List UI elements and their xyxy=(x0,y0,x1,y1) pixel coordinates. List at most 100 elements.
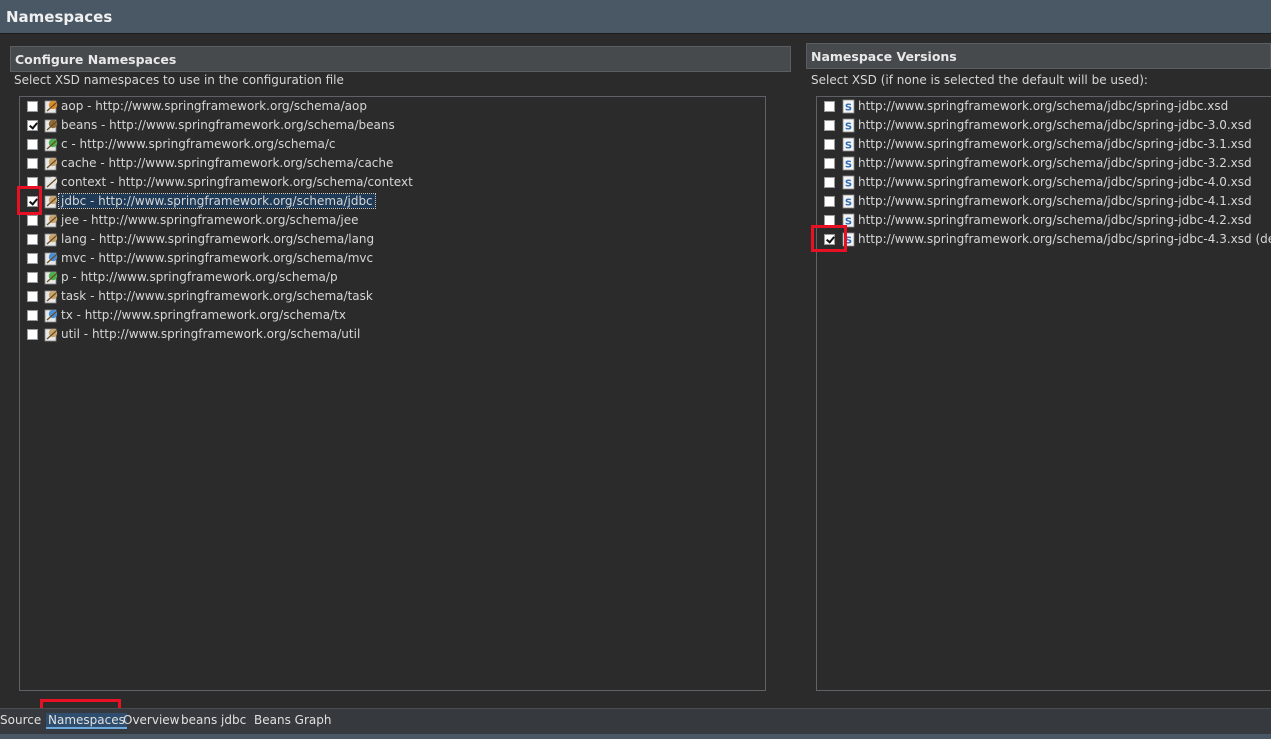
xsd-checkbox[interactable] xyxy=(824,120,835,131)
namespace-label: cache - http://www.springframework.org/s… xyxy=(61,156,394,170)
editor-tab-bar: Source Namespaces Overview beans jdbc Beans G… xyxy=(0,708,1271,734)
xsd-label: http://www.springframework.org/schema/jd… xyxy=(858,137,1252,151)
namespace-row[interactable]: context - http://www.springframework.org… xyxy=(20,173,765,192)
xsd-row[interactable]: Shttp://www.springframework.org/schema/j… xyxy=(817,97,1271,116)
xsd-checkbox[interactable] xyxy=(824,196,835,207)
xsd-label: http://www.springframework.org/schema/jd… xyxy=(858,232,1271,246)
namespace-label: util - http://www.springframework.org/sc… xyxy=(61,327,361,341)
namespace-versions-header: Namespace Versions xyxy=(806,43,1271,69)
xsd-checkbox[interactable] xyxy=(824,139,835,150)
tx-icon xyxy=(44,308,59,323)
xsd-checkbox[interactable] xyxy=(824,177,835,188)
namespace-checkbox[interactable] xyxy=(27,234,38,245)
context-icon xyxy=(44,175,59,190)
xsd-file-icon: S xyxy=(841,213,856,228)
namespace-checkbox[interactable] xyxy=(27,253,38,264)
namespace-label: lang - http://www.springframework.org/sc… xyxy=(61,232,375,246)
aop-icon xyxy=(44,99,59,114)
configure-namespaces-title: Configure Namespaces xyxy=(15,52,177,67)
namespace-list[interactable]: aop - http://www.springframework.org/sch… xyxy=(19,96,766,691)
cache-icon xyxy=(44,156,59,171)
namespace-checkbox[interactable] xyxy=(27,158,38,169)
xsd-label: http://www.springframework.org/schema/jd… xyxy=(858,194,1252,208)
jee-icon xyxy=(44,213,59,228)
p-icon xyxy=(44,270,59,285)
namespace-row[interactable]: tx - http://www.springframework.org/sche… xyxy=(20,306,765,325)
namespace-label: mvc - http://www.springframework.org/sch… xyxy=(61,251,374,265)
xsd-file-icon: S xyxy=(841,137,856,152)
task-icon xyxy=(44,289,59,304)
util-icon xyxy=(44,327,59,342)
namespace-checkbox[interactable] xyxy=(27,329,38,340)
namespace-row[interactable]: beans - http://www.springframework.org/s… xyxy=(20,116,765,135)
svg-text:S: S xyxy=(845,236,852,247)
namespace-checkbox[interactable] xyxy=(27,101,38,112)
xsd-label: http://www.springframework.org/schema/jd… xyxy=(858,156,1252,170)
xsd-checkbox[interactable] xyxy=(824,215,835,226)
namespace-checkbox[interactable] xyxy=(27,177,38,188)
namespace-row[interactable]: jdbc - http://www.springframework.org/sc… xyxy=(20,192,765,211)
xsd-file-icon: S xyxy=(841,232,856,247)
namespace-checkbox[interactable] xyxy=(27,215,38,226)
namespace-row[interactable]: aop - http://www.springframework.org/sch… xyxy=(20,97,765,116)
tab-beans[interactable]: beans xyxy=(181,713,217,727)
namespace-row[interactable]: util - http://www.springframework.org/sc… xyxy=(20,325,765,344)
namespace-label: c - http://www.springframework.org/schem… xyxy=(61,137,336,151)
xsd-version-list[interactable]: Shttp://www.springframework.org/schema/j… xyxy=(816,96,1271,691)
tab-overview[interactable]: Overview xyxy=(123,713,180,727)
xsd-row[interactable]: Shttp://www.springframework.org/schema/j… xyxy=(817,116,1271,135)
namespace-row[interactable]: task - http://www.springframework.org/sc… xyxy=(20,287,765,306)
xsd-row[interactable]: Shttp://www.springframework.org/schema/j… xyxy=(817,154,1271,173)
namespace-label: beans - http://www.springframework.org/s… xyxy=(61,118,395,132)
xsd-row[interactable]: Shttp://www.springframework.org/schema/j… xyxy=(817,211,1271,230)
xsd-row[interactable]: Shttp://www.springframework.org/schema/j… xyxy=(817,173,1271,192)
xsd-label: http://www.springframework.org/schema/jd… xyxy=(858,213,1252,227)
namespace-checkbox[interactable] xyxy=(27,139,38,150)
lang-icon xyxy=(44,232,59,247)
namespace-label: p - http://www.springframework.org/schem… xyxy=(61,270,338,284)
svg-text:S: S xyxy=(845,103,852,114)
namespace-checkbox[interactable] xyxy=(27,310,38,321)
tab-namespaces[interactable]: Namespaces xyxy=(46,713,127,729)
namespace-label: task - http://www.springframework.org/sc… xyxy=(61,289,373,303)
xsd-checkbox[interactable] xyxy=(824,101,835,112)
namespace-row[interactable]: p - http://www.springframework.org/schem… xyxy=(20,268,765,287)
namespace-checkbox[interactable] xyxy=(27,272,38,283)
namespace-row[interactable]: c - http://www.springframework.org/schem… xyxy=(20,135,765,154)
beans-icon xyxy=(44,118,59,133)
xsd-file-icon: S xyxy=(841,118,856,133)
xsd-checkbox[interactable] xyxy=(824,158,835,169)
namespace-row[interactable]: lang - http://www.springframework.org/sc… xyxy=(20,230,765,249)
xsd-checkbox[interactable] xyxy=(824,234,835,245)
c-icon xyxy=(44,137,59,152)
xsd-row[interactable]: Shttp://www.springframework.org/schema/j… xyxy=(817,230,1271,249)
mvc-icon xyxy=(44,251,59,266)
namespace-versions-title: Namespace Versions xyxy=(811,49,957,64)
namespace-row[interactable]: mvc - http://www.springframework.org/sch… xyxy=(20,249,765,268)
namespace-checkbox[interactable] xyxy=(27,291,38,302)
svg-text:S: S xyxy=(845,179,852,190)
xsd-file-icon: S xyxy=(841,99,856,114)
svg-text:S: S xyxy=(845,198,852,209)
xsd-file-icon: S xyxy=(841,156,856,171)
svg-text:S: S xyxy=(845,160,852,171)
namespace-row[interactable]: jee - http://www.springframework.org/sch… xyxy=(20,211,765,230)
namespace-label: jee - http://www.springframework.org/sch… xyxy=(61,213,359,227)
tab-source[interactable]: Source xyxy=(0,713,41,727)
configure-namespaces-description: Select XSD namespaces to use in the conf… xyxy=(14,73,344,87)
tab-beans-graph[interactable]: Beans Graph xyxy=(254,713,331,727)
tab-jdbc[interactable]: jdbc xyxy=(221,713,246,727)
xsd-label: http://www.springframework.org/schema/jd… xyxy=(858,99,1229,113)
status-strip xyxy=(0,734,1271,739)
svg-text:S: S xyxy=(845,122,852,133)
jdbc-icon xyxy=(44,194,59,209)
namespace-row[interactable]: cache - http://www.springframework.org/s… xyxy=(20,154,765,173)
namespace-checkbox[interactable] xyxy=(27,196,38,207)
svg-text:S: S xyxy=(845,217,852,228)
xsd-row[interactable]: Shttp://www.springframework.org/schema/j… xyxy=(817,135,1271,154)
namespace-label: context - http://www.springframework.org… xyxy=(61,175,413,189)
svg-text:S: S xyxy=(845,141,852,152)
editor-titlebar: Namespaces xyxy=(0,0,1271,34)
namespace-checkbox[interactable] xyxy=(27,120,38,131)
xsd-row[interactable]: Shttp://www.springframework.org/schema/j… xyxy=(817,192,1271,211)
